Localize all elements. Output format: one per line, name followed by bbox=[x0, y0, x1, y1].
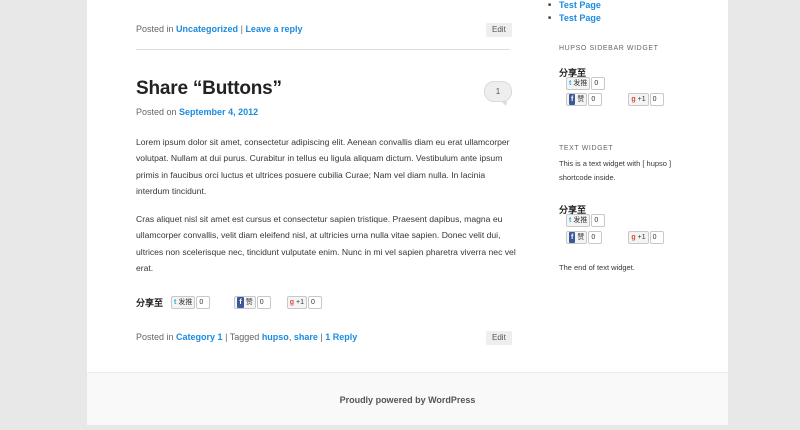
twitter-icon: t bbox=[569, 217, 572, 224]
twitter-share-count: 0 bbox=[591, 214, 606, 227]
facebook-icon: f bbox=[237, 297, 244, 308]
post-paragraph-1: Lorem ipsum dolor sit amet, consectetur … bbox=[136, 137, 510, 196]
text-widget-title: TEXT WIDGET bbox=[559, 145, 614, 152]
twitter-share-label: 发推 bbox=[178, 299, 193, 306]
tag-link-share[interactable]: share bbox=[294, 332, 318, 342]
gplus-count: 0 bbox=[649, 231, 664, 244]
hupso-widget-like-row: f 赞 0 g +1 0 bbox=[566, 93, 664, 106]
prev-post-edit-button[interactable]: Edit bbox=[486, 23, 512, 37]
post-paragraph-2: Cras aliquet nisl sit amet est cursus et… bbox=[136, 214, 516, 273]
prev-post-meta: Posted in Uncategorized | Leave a reply bbox=[136, 24, 302, 34]
facebook-like-count: 0 bbox=[588, 93, 603, 106]
tag-link-hupso[interactable]: hupso bbox=[262, 332, 289, 342]
category-link-category-1[interactable]: Category 1 bbox=[176, 332, 223, 342]
facebook-like-button[interactable]: f 赞 bbox=[566, 231, 588, 244]
gplus-count: 0 bbox=[649, 93, 664, 106]
facebook-like-count: 0 bbox=[588, 231, 603, 244]
post-date-link[interactable]: September 4, 2012 bbox=[179, 107, 258, 117]
wordpress-credit-link[interactable]: Proudly powered by WordPress bbox=[340, 395, 476, 405]
share-label: 分享至 bbox=[136, 298, 164, 308]
twitter-share-count: 0 bbox=[591, 77, 606, 90]
gplus-count: 0 bbox=[307, 296, 322, 309]
sidebar-page-link-1[interactable]: Test Page bbox=[548, 0, 601, 10]
post-date-meta: Posted on September 4, 2012 bbox=[136, 107, 258, 117]
meta-separator: | bbox=[240, 24, 243, 34]
posted-in-label: Posted in bbox=[136, 332, 174, 342]
facebook-like-count: 0 bbox=[256, 296, 271, 309]
sidebar-page-link-2[interactable]: Test Page bbox=[548, 13, 601, 23]
tag-comma: , bbox=[288, 332, 292, 342]
post-title[interactable]: Share “Buttons” bbox=[136, 78, 282, 100]
hupso-widget-twitter-row: t 发推 0 bbox=[566, 77, 606, 90]
google-plus-icon: g bbox=[631, 96, 636, 103]
gplus-button[interactable]: g +1 bbox=[286, 296, 307, 309]
tagged-label: | Tagged bbox=[225, 332, 260, 342]
gplus-button[interactable]: g +1 bbox=[628, 231, 649, 244]
facebook-icon: f bbox=[569, 232, 576, 243]
twitter-share-label: 发推 bbox=[573, 217, 588, 224]
twitter-share-button[interactable]: t 发推 bbox=[566, 214, 591, 227]
leave-reply-link[interactable]: Leave a reply bbox=[245, 24, 302, 34]
text-widget-twitter-row: t 发推 0 bbox=[566, 214, 606, 227]
text-widget-outro: The end of text widget. bbox=[559, 263, 635, 272]
facebook-like-label: 赞 bbox=[245, 299, 253, 306]
google-plus-icon: g bbox=[289, 299, 294, 306]
comment-count-bubble[interactable]: 1 bbox=[484, 81, 512, 106]
content-page: Posted in Uncategorized | Leave a reply … bbox=[87, 0, 728, 372]
post-edit-button[interactable]: Edit bbox=[486, 331, 512, 345]
twitter-share-button[interactable]: t 发推 bbox=[566, 77, 591, 90]
text-widget-like-row: f 赞 0 g +1 0 bbox=[566, 231, 664, 244]
facebook-icon: f bbox=[569, 94, 576, 105]
twitter-share-label: 发推 bbox=[573, 80, 588, 87]
post-share-bar: 分享至 t 发推 0 f 赞 0 g +1 0 bbox=[136, 296, 322, 309]
meta-separator: | bbox=[320, 332, 323, 342]
posted-on-label: Posted on bbox=[136, 107, 177, 117]
post-divider bbox=[136, 49, 510, 50]
category-link-uncategorized[interactable]: Uncategorized bbox=[176, 24, 238, 34]
twitter-icon: t bbox=[174, 299, 177, 306]
twitter-share-button[interactable]: t 发推 bbox=[171, 296, 196, 309]
twitter-share-count: 0 bbox=[196, 296, 211, 309]
hupso-widget-title: HUPSO SIDEBAR WIDGET bbox=[559, 45, 659, 52]
google-plus-icon: g bbox=[631, 234, 636, 241]
gplus-label: +1 bbox=[637, 96, 646, 103]
gplus-label: +1 bbox=[637, 234, 646, 241]
posted-in-label: Posted in bbox=[136, 24, 174, 34]
reply-link[interactable]: 1 Reply bbox=[325, 332, 357, 342]
post-footer-meta: Posted in Category 1 | Tagged hupso, sha… bbox=[136, 332, 357, 342]
facebook-like-label: 赞 bbox=[577, 96, 585, 103]
text-widget-intro: This is a text widget with [ hupso ] sho… bbox=[559, 159, 672, 182]
facebook-like-button[interactable]: f 赞 bbox=[234, 296, 256, 309]
site-footer: Proudly powered by WordPress bbox=[87, 372, 728, 425]
gplus-button[interactable]: g +1 bbox=[628, 93, 649, 106]
twitter-icon: t bbox=[569, 80, 572, 87]
facebook-like-label: 赞 bbox=[577, 234, 585, 241]
gplus-label: +1 bbox=[295, 299, 304, 306]
facebook-like-button[interactable]: f 赞 bbox=[566, 93, 588, 106]
